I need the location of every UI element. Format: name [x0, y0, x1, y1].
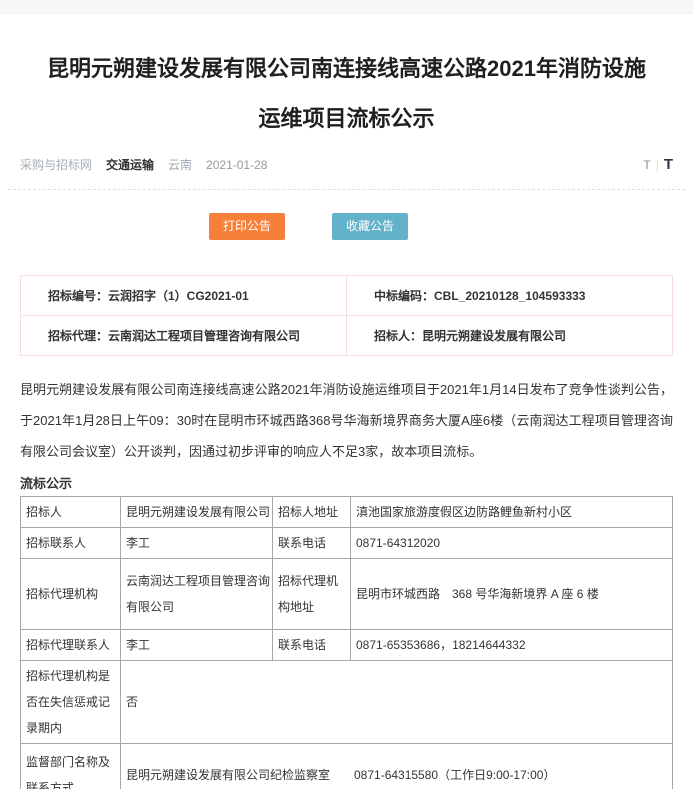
- detail-value-cell: 昆明元朔建设发展有限公司: [121, 497, 273, 528]
- top-background-band: [0, 0, 693, 14]
- font-controls-separator: |: [656, 158, 659, 172]
- detail-label-cell: 招标代理机构地址: [273, 559, 351, 630]
- summary-row: 招标代理：云南润达工程项目管理咨询有限公司 招标人：昆明元朔建设发展有限公司: [21, 316, 673, 356]
- favorite-notice-button[interactable]: 收藏公告: [332, 213, 408, 240]
- table-row: 监督部门名称及联系方式 昆明元朔建设发展有限公司纪检监察室 0871-64315…: [21, 744, 673, 789]
- detail-label-cell: 联系电话: [273, 630, 351, 661]
- notice-paragraph: 昆明元朔建设发展有限公司南连接线高速公路2021年消防设施运维项目于2021年1…: [20, 374, 673, 467]
- table-row: 招标人 昆明元朔建设发展有限公司 招标人地址 滇池国家旅游度假区边防路鲤鱼新村小…: [21, 497, 673, 528]
- detail-value-cell: 0871-65353686，18214644332: [351, 630, 673, 661]
- dotted-divider: [8, 189, 685, 190]
- detail-value-cell: 滇池国家旅游度假区边防路鲤鱼新村小区: [351, 497, 673, 528]
- detail-label-cell: 监督部门名称及联系方式: [21, 744, 121, 789]
- meta-row: 采购与招标网 交通运输 云南 2021-01-28 T | T: [20, 156, 673, 173]
- section-title: 流标公示: [20, 473, 673, 492]
- print-notice-button[interactable]: 打印公告: [209, 213, 285, 240]
- table-row: 招标代理机构是否在失信惩戒记录期内 否: [21, 661, 673, 744]
- detail-value-cell: 李工: [121, 528, 273, 559]
- detail-label-cell: 招标代理机构: [21, 559, 121, 630]
- detail-value-cell: 昆明市环城西路 368 号华海新境界 A 座 6 楼: [351, 559, 673, 630]
- summary-cell-agency: 招标代理：云南润达工程项目管理咨询有限公司: [21, 316, 347, 356]
- summary-cell-award-code: 中标编码：CBL_20210128_104593333: [347, 276, 673, 316]
- breadcrumb-source-link[interactable]: 采购与招标网: [20, 156, 92, 173]
- summary-table: 招标编号：云润招字（1）CG2021-01 中标编码：CBL_20210128_…: [20, 275, 673, 356]
- detail-value-cell: 昆明元朔建设发展有限公司纪检监察室 0871-64315580（工作日9:00-…: [121, 744, 673, 789]
- detail-value-cell: 否: [121, 661, 673, 744]
- detail-value-cell: 0871-64312020: [351, 528, 673, 559]
- detail-label-cell: 招标代理联系人: [21, 630, 121, 661]
- detail-label-cell: 招标联系人: [21, 528, 121, 559]
- breadcrumb-region-link[interactable]: 云南: [168, 156, 192, 173]
- font-decrease-button[interactable]: T: [643, 158, 650, 172]
- detail-value-cell: 李工: [121, 630, 273, 661]
- table-row: 招标联系人 李工 联系电话 0871-64312020: [21, 528, 673, 559]
- table-row: 招标代理联系人 李工 联系电话 0871-65353686，1821464433…: [21, 630, 673, 661]
- publish-date: 2021-01-28: [206, 158, 267, 172]
- breadcrumb: 采购与招标网 交通运输 云南 2021-01-28: [20, 156, 267, 173]
- detail-value-cell: 云南润达工程项目管理咨询有限公司: [121, 559, 273, 630]
- action-button-row: 打印公告 收藏公告: [0, 213, 693, 240]
- detail-label-cell: 招标代理机构是否在失信惩戒记录期内: [21, 661, 121, 744]
- detail-label-cell: 招标人: [21, 497, 121, 528]
- detail-label-cell: 联系电话: [273, 528, 351, 559]
- detail-label-cell: 招标人地址: [273, 497, 351, 528]
- table-row: 招标代理机构 云南润达工程项目管理咨询有限公司 招标代理机构地址 昆明市环城西路…: [21, 559, 673, 630]
- summary-cell-tenderer: 招标人：昆明元朔建设发展有限公司: [347, 316, 673, 356]
- summary-cell-bid-number: 招标编号：云润招字（1）CG2021-01: [21, 276, 347, 316]
- breadcrumb-category-link[interactable]: 交通运输: [106, 156, 154, 173]
- summary-row: 招标编号：云润招字（1）CG2021-01 中标编码：CBL_20210128_…: [21, 276, 673, 316]
- font-size-controls: T | T: [643, 156, 673, 173]
- detail-table: 招标人 昆明元朔建设发展有限公司 招标人地址 滇池国家旅游度假区边防路鲤鱼新村小…: [20, 496, 673, 789]
- page-title: 昆明元朔建设发展有限公司南连接线高速公路2021年消防设施运维项目流标公示: [40, 44, 653, 144]
- font-increase-button[interactable]: T: [664, 156, 673, 173]
